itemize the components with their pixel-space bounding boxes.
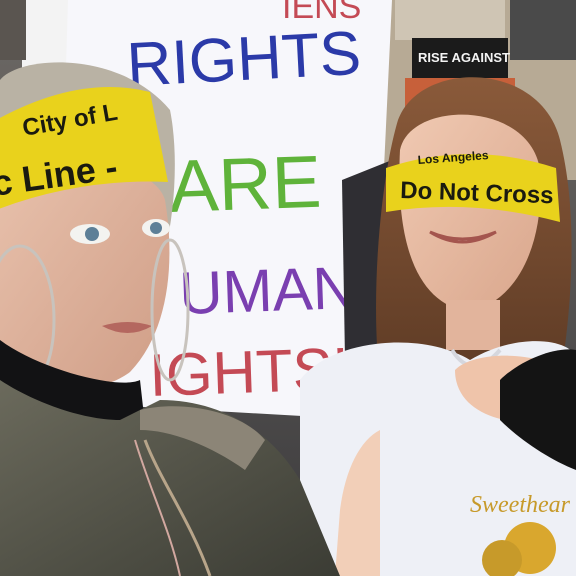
iris-right (150, 222, 162, 234)
sign-line-2: ARE (168, 140, 323, 228)
photo-scene: RISE AGAINST IENS RIGHTS ARE UMAN IGHTS!… (0, 0, 576, 576)
building-window (395, 0, 505, 40)
photo-illustration: RISE AGAINST IENS RIGHTS ARE UMAN IGHTS!… (0, 0, 576, 576)
shirt-print-text: Sweethear (470, 492, 571, 518)
iris-left (85, 227, 99, 241)
building-window (510, 0, 576, 60)
sign-line-1: RIGHTS (125, 19, 363, 100)
background-sign-text: RISE AGAINST (418, 50, 510, 65)
background-sign: RISE AGAINST (412, 38, 510, 78)
neck-right (446, 300, 500, 350)
background-person (0, 0, 26, 60)
sign-line-3: UMAN (178, 254, 357, 327)
right-tape-line-2: Do Not Cross (400, 177, 554, 209)
